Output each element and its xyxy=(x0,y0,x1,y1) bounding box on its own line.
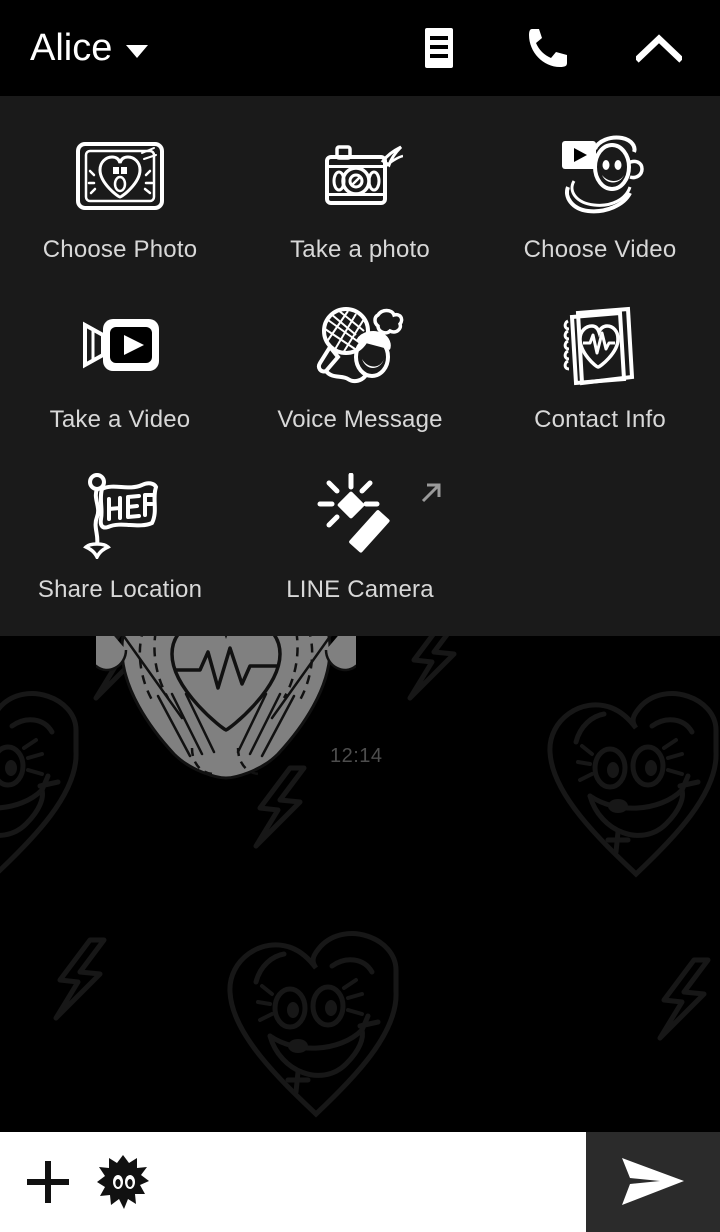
external-link-icon xyxy=(416,478,446,508)
send-paper-plane-icon xyxy=(622,1158,684,1205)
take-video-icon xyxy=(77,300,163,392)
attachment-item-take-a-video[interactable]: Take a Video xyxy=(0,300,240,470)
message-input[interactable] xyxy=(172,1166,586,1198)
take-photo-icon xyxy=(317,130,403,222)
attachment-item-share-location[interactable]: Share Location xyxy=(0,470,240,640)
attachment-item-choose-photo[interactable]: Choose Photo xyxy=(0,130,240,300)
phone-call-icon[interactable] xyxy=(526,25,572,71)
chevron-up-icon[interactable] xyxy=(636,25,682,71)
choose-video-icon xyxy=(554,130,646,222)
attachment-item-take-a-photo[interactable]: Take a photo xyxy=(240,130,480,300)
attachment-menu-panel: Choose Photo Take a photo Choose Video T… xyxy=(0,96,720,636)
attachment-row: Choose Photo Take a photo Choose Video xyxy=(0,130,720,300)
attachment-item-label: Take a Video xyxy=(49,406,191,433)
attachment-item-label: LINE Camera xyxy=(286,576,434,603)
attachment-item-label: Voice Message xyxy=(277,406,443,433)
line-camera-icon xyxy=(317,470,403,562)
chat-title-dropdown[interactable]: Alice xyxy=(30,27,149,69)
chat-header: Alice xyxy=(0,0,720,96)
attachment-item-label: Take a photo xyxy=(290,236,430,263)
page-title: Alice xyxy=(30,27,113,69)
voice-message-icon xyxy=(316,300,404,392)
attachment-item-voice-message[interactable]: Voice Message xyxy=(240,300,480,470)
composer-input-zone xyxy=(0,1132,586,1232)
attachment-row: Share Location LINE Camera xyxy=(0,470,720,640)
sticker-face-icon[interactable] xyxy=(96,1154,150,1210)
caret-down-icon xyxy=(126,44,149,58)
attachment-row: Take a Video Voice Message Contact Info xyxy=(0,300,720,470)
attachment-item-contact-info[interactable]: Contact Info xyxy=(480,300,720,470)
attachment-item-label: Share Location xyxy=(37,576,203,603)
attachment-item-choose-video[interactable]: Choose Video xyxy=(480,130,720,300)
attachment-item-label: Contact Info xyxy=(534,406,666,433)
plus-icon[interactable] xyxy=(22,1156,74,1208)
attachment-item-label: Choose Photo xyxy=(42,236,198,263)
menu-list-icon[interactable] xyxy=(416,25,462,71)
message-timestamp: 12:14 xyxy=(330,745,383,767)
share-location-icon xyxy=(80,470,160,562)
attachment-item-line-camera[interactable]: LINE Camera xyxy=(240,470,480,640)
message-composer xyxy=(0,1132,720,1232)
attachment-item-label: Choose Video xyxy=(523,236,677,263)
header-actions xyxy=(416,25,682,71)
send-button[interactable] xyxy=(586,1132,720,1232)
contact-info-icon xyxy=(562,300,638,392)
choose-photo-icon xyxy=(74,130,166,222)
